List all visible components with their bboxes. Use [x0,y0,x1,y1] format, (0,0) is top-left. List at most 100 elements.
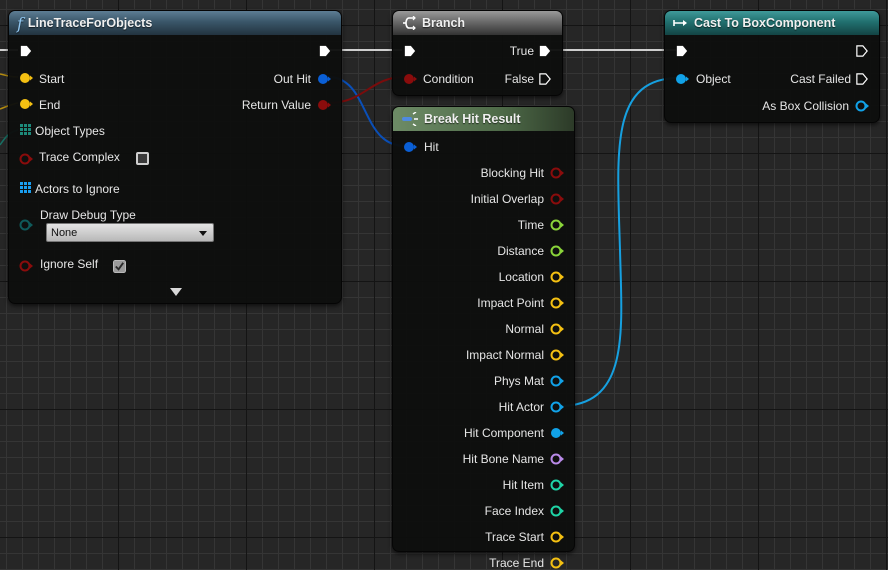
pin-label: True [509,44,534,58]
function-icon: f [17,13,23,33]
node-header[interactable]: Cast To BoxComponent [665,11,879,35]
vector-pin-empty[interactable] [550,297,564,309]
exec-out-pin-empty[interactable] [855,45,869,57]
vector-pin-empty[interactable] [550,349,564,361]
exec-out-pin[interactable] [538,45,552,57]
pin-row-output: Hit Bone Name [414,452,564,466]
exec-out-pin-empty[interactable] [855,73,869,85]
pin-label: Object Types [35,124,105,138]
pin-row-output: Hit Component [414,426,564,440]
vector-pin-empty[interactable] [550,531,564,543]
struct-pin-filled[interactable] [403,141,417,153]
vector-pin-filled[interactable] [19,98,33,110]
pin-label: Trace Complex [39,150,120,164]
node-title: LineTraceForObjects [27,16,153,30]
draw-debug-type-dropdown[interactable]: None [46,223,214,242]
advanced-display-arrow-icon[interactable] [170,288,182,296]
pin-label: Time [517,218,544,232]
pin-row-output: Normal [414,322,564,336]
pin-label: Object [696,72,731,86]
pin-label: Blocking Hit [480,166,544,180]
exec-out-pin[interactable] [318,45,332,57]
array-pin-icon[interactable] [19,182,33,194]
pin-label: Draw Debug Type [40,208,136,222]
vector-pin-empty[interactable] [550,323,564,335]
chevron-down-icon [199,231,207,236]
node-title: Break Hit Result [424,112,521,126]
pin-label: False [504,72,534,86]
array-pin-icon[interactable] [19,124,33,136]
cast-icon [673,18,689,28]
node-cast-to-box-component[interactable]: Cast To BoxComponent Object Cast Failed … [664,10,880,123]
pin-label: Trace End [489,556,544,570]
pin-label: Condition [423,72,474,86]
pin-label: Phys Mat [493,374,544,388]
pin-label: Hit Bone Name [462,452,544,466]
node-branch[interactable]: Branch True Condition False [392,10,563,96]
pin-row-output: Initial Overlap [414,192,564,206]
pin-label: Impact Normal [465,348,544,362]
object-pin-empty[interactable] [550,375,564,387]
dropdown-value: None [51,226,78,239]
branch-icon [401,16,417,30]
bool-pin-empty[interactable] [550,167,564,179]
object-pin-empty[interactable] [550,401,564,413]
pin-label: Initial Overlap [470,192,544,206]
node-header[interactable]: f LineTraceForObjects [9,11,341,35]
node-break-hit-result[interactable]: Break Hit Result Hit Blocking Hit Initial… [392,106,575,570]
name-pin-empty[interactable] [550,453,564,465]
ignore-self-checkbox[interactable] [113,260,126,273]
bool-pin-empty[interactable] [19,260,33,272]
bool-pin-filled[interactable] [403,73,417,85]
pin-label: Location [498,270,544,284]
vector-pin-empty[interactable] [550,271,564,283]
pin-label: Hit Component [463,426,544,440]
pin-row-output: Impact Normal [414,348,564,362]
float-pin-empty[interactable] [550,245,564,257]
enum-pin-empty[interactable] [19,219,33,231]
struct-pin-filled[interactable] [317,73,331,85]
node-header[interactable]: Break Hit Result [393,107,574,131]
pin-row-false: False [472,72,552,86]
pin-label: Distance [497,244,544,258]
int-pin-empty[interactable] [550,505,564,517]
int-pin-empty[interactable] [550,479,564,491]
object-pin-filled[interactable] [675,73,689,85]
exec-in-pin[interactable] [403,45,417,57]
pin-row-output: Phys Mat [414,374,564,388]
pin-label: Hit Item [502,478,544,492]
float-pin-empty[interactable] [550,219,564,231]
trace-complex-checkbox[interactable] [136,152,149,165]
exec-in-pin[interactable] [19,45,33,57]
pin-label: Out Hit [273,72,311,86]
pin-label: Hit Actor [498,400,544,414]
object-pin-filled[interactable] [550,427,564,439]
pin-label: Start [39,72,65,86]
exec-out-pin-empty[interactable] [538,73,552,85]
bool-pin-empty[interactable] [550,193,564,205]
pin-row-output: Hit Actor [414,400,564,414]
pin-label: Actors to Ignore [35,182,120,196]
node-title: Cast To BoxComponent [694,16,836,30]
pin-row-output: Distance [414,244,564,258]
vector-pin-empty[interactable] [550,557,564,569]
pin-label: As Box Collision [762,99,849,113]
pin-row-output: Blocking Hit [414,166,564,180]
node-header[interactable]: Branch [393,11,562,35]
pin-row-true: True [472,44,552,58]
pin-row-output: Face Index [414,504,564,518]
exec-in-pin[interactable] [675,45,689,57]
pin-label: Face Index [484,504,544,518]
pin-row-output: Time [414,218,564,232]
pin-label: Cast Failed [790,72,851,86]
pin-row-return-value: Return Value [211,98,331,112]
vector-pin-filled[interactable] [19,72,33,84]
bool-pin-empty[interactable] [19,153,33,165]
pin-row-cast-failed: Cast Failed [749,72,869,86]
pin-label: Return Value [241,98,311,112]
node-line-trace-for-objects[interactable]: f LineTraceForObjects Start End Object T… [8,10,342,304]
pin-label: End [39,98,61,112]
bool-pin-filled[interactable] [317,99,331,111]
pin-row-output: Location [414,270,564,284]
object-pin-empty[interactable] [855,100,869,112]
